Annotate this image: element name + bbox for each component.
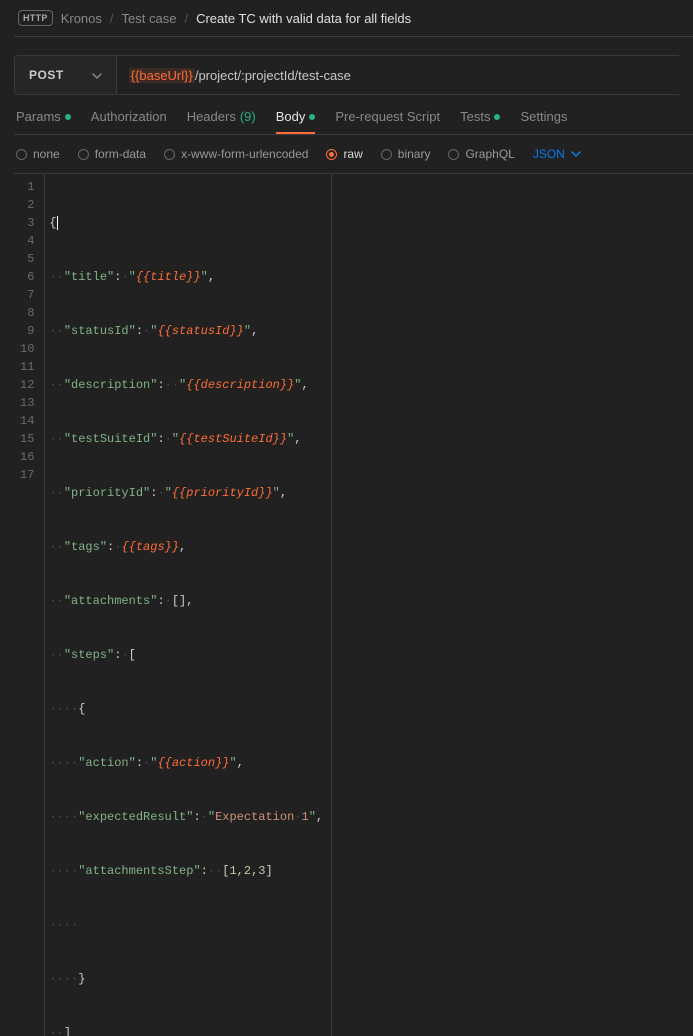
code-content[interactable]: { ··"title":·"{{title}}", ··"statusId":·… <box>45 174 332 1036</box>
text-cursor <box>57 216 58 230</box>
tab-headers[interactable]: Headers (9) <box>187 109 256 124</box>
body-type-binary-label: binary <box>398 147 431 161</box>
status-dot-icon <box>65 114 71 120</box>
tab-tests-label: Tests <box>460 109 490 124</box>
line-number: 13 <box>20 394 34 412</box>
line-number: 16 <box>20 448 34 466</box>
breadcrumb: HTTP Kronos / Test case / Create TC with… <box>0 0 693 36</box>
line-number: 6 <box>20 268 34 286</box>
http-method-icon: HTTP <box>18 10 53 26</box>
body-type-urlencoded-label: x-www-form-urlencoded <box>181 147 308 161</box>
breadcrumb-separator: / <box>110 11 114 26</box>
body-type-none-label: none <box>33 147 60 161</box>
line-number: 9 <box>20 322 34 340</box>
http-method-label: POST <box>29 68 64 82</box>
url-path: /project/:projectId/test-case <box>195 68 351 83</box>
tab-headers-label: Headers <box>187 109 236 124</box>
chevron-down-icon <box>92 68 102 82</box>
radio-icon <box>164 149 175 160</box>
breadcrumb-separator: / <box>184 11 188 26</box>
status-dot-icon <box>309 114 315 120</box>
line-number: 2 <box>20 196 34 214</box>
radio-icon <box>448 149 459 160</box>
tab-pre-request[interactable]: Pre-request Script <box>335 109 440 124</box>
line-number: 10 <box>20 340 34 358</box>
breadcrumb-collection[interactable]: Kronos <box>61 11 102 26</box>
line-gutter: 1234567891011121314151617 <box>14 174 45 1036</box>
body-type-none[interactable]: none <box>16 147 60 161</box>
body-type-raw[interactable]: raw <box>326 147 362 161</box>
tab-tests[interactable]: Tests <box>460 109 500 124</box>
body-type-row: none form-data x-www-form-urlencoded raw… <box>0 135 693 173</box>
tab-params[interactable]: Params <box>16 109 71 124</box>
line-number: 3 <box>20 214 34 232</box>
request-tabs: Params Authorization Headers (9) Body Pr… <box>0 95 693 134</box>
breadcrumb-request[interactable]: Create TC with valid data for all fields <box>196 11 411 26</box>
divider <box>14 36 693 37</box>
radio-icon <box>16 149 27 160</box>
breadcrumb-folder[interactable]: Test case <box>122 11 177 26</box>
tab-params-label: Params <box>16 109 61 124</box>
body-type-graphql-label: GraphQL <box>465 147 514 161</box>
line-number: 5 <box>20 250 34 268</box>
line-number: 17 <box>20 466 34 484</box>
line-number: 12 <box>20 376 34 394</box>
body-language-select[interactable]: JSON <box>533 147 581 161</box>
line-number: 7 <box>20 286 34 304</box>
body-type-binary[interactable]: binary <box>381 147 431 161</box>
line-number: 15 <box>20 430 34 448</box>
line-number: 14 <box>20 412 34 430</box>
body-type-graphql[interactable]: GraphQL <box>448 147 514 161</box>
body-language-label: JSON <box>533 147 565 161</box>
body-type-form-data[interactable]: form-data <box>78 147 146 161</box>
request-url-input[interactable]: {{baseUrl}}/project/:projectId/test-case <box>117 56 679 94</box>
line-number: 11 <box>20 358 34 376</box>
chevron-down-icon <box>571 151 581 157</box>
status-dot-icon <box>494 114 500 120</box>
radio-checked-icon <box>326 149 337 160</box>
line-number: 1 <box>20 178 34 196</box>
url-variable: {{baseUrl}} <box>129 68 195 83</box>
body-type-urlencoded[interactable]: x-www-form-urlencoded <box>164 147 308 161</box>
tab-settings[interactable]: Settings <box>520 109 567 124</box>
http-method-select[interactable]: POST <box>15 56 117 94</box>
tab-body-label: Body <box>276 109 306 124</box>
body-type-form-data-label: form-data <box>95 147 146 161</box>
body-type-raw-label: raw <box>343 147 362 161</box>
radio-icon <box>381 149 392 160</box>
request-row: POST {{baseUrl}}/project/:projectId/test… <box>14 55 679 95</box>
code-editor[interactable]: 1234567891011121314151617 { ··"title":·"… <box>14 174 693 1036</box>
radio-icon <box>78 149 89 160</box>
line-number: 4 <box>20 232 34 250</box>
tab-body[interactable]: Body <box>276 109 316 124</box>
line-number: 8 <box>20 304 34 322</box>
tab-headers-count: (9) <box>240 109 256 124</box>
tab-authorization[interactable]: Authorization <box>91 109 167 124</box>
